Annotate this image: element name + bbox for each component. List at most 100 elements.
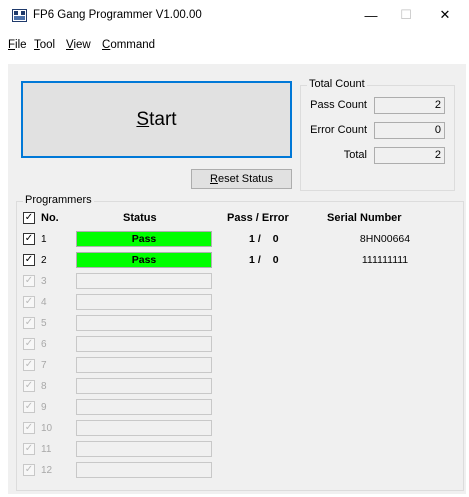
minimize-button[interactable]: — [356,4,386,26]
header-no: No. [41,212,59,224]
programmer-checkbox-6: ✓ [23,338,35,350]
total-label: Total [343,149,367,161]
check-icon: ✓ [24,443,34,454]
pass-count-field: 2 [374,97,445,114]
programmer-number: 4 [41,297,47,308]
check-icon: ✓ [24,275,34,286]
menu-file-accel: F [8,39,16,51]
programmer-status-10 [76,420,212,436]
start-button[interactable]: Start [21,81,292,158]
total-count-group: Total Count Pass Count 2 Error Count 0 T… [300,78,455,191]
pass-count: 1 [249,254,255,266]
total-field: 2 [374,147,445,164]
programmer-checkbox-7: ✓ [23,359,35,371]
check-icon: ✓ [24,359,34,370]
programmer-checkbox-5: ✓ [23,317,35,329]
programmer-pass-error-12 [249,464,264,476]
programmer-number: 11 [41,444,52,455]
menu-tool-label: ool [39,39,56,51]
select-all-checkbox[interactable]: ✓ [23,212,35,224]
programmer-pass-error-4 [249,296,264,308]
check-icon: ✓ [24,254,34,265]
programmer-number: 9 [41,402,47,413]
programmer-pass-error-1: 1/ 0 [249,233,279,245]
programmer-number: 1 [41,234,47,245]
pass-error-separator: / [257,233,261,245]
header-status: Status [123,212,157,224]
programmer-pass-error-5 [249,317,264,329]
title-bar: FP6 Gang Programmer V1.00.00 — ☐ ✕ [0,0,469,31]
check-icon: ✓ [24,380,34,391]
programmer-status-4 [76,294,212,310]
check-icon: ✓ [24,401,34,412]
menu-file[interactable]: File [8,39,27,51]
menu-view[interactable]: View [66,39,91,51]
programmer-pass-error-9 [249,401,264,413]
programmer-pass-error-10 [249,422,264,434]
programmers-title: Programmers [23,194,94,206]
client-area: Start Reset Status Total Count Pass Coun… [8,64,466,494]
programmer-pass-error-8 [249,380,264,392]
programmer-number: 10 [41,423,53,434]
start-button-label: tart [149,108,177,130]
menu-command-label: ommand [110,39,156,51]
menu-tool[interactable]: Tool [34,39,55,51]
header-pass-error: Pass / Error [227,212,289,224]
programmer-pass-error-11 [249,443,264,455]
programmer-number: 6 [41,339,47,350]
reset-button-accel: R [210,173,218,185]
error-count-label: Error Count [310,124,367,136]
menu-file-label: ile [15,39,27,51]
menu-bar: File Tool View Command [0,36,469,56]
menu-view-label: iew [73,39,91,51]
programmer-status-11 [76,441,212,457]
programmer-number: 7 [41,360,47,371]
start-button-accel: S [136,108,150,130]
programmer-status-12 [76,462,212,478]
check-icon: ✓ [24,317,34,328]
reset-button-label: eset Status [217,173,273,185]
programmer-serial-1: 8HN00664 [359,233,411,245]
programmer-pass-error-7 [249,359,264,371]
programmer-checkbox-3: ✓ [23,275,35,287]
menu-command[interactable]: Command [102,39,155,51]
error-count-field: 0 [374,122,445,139]
check-icon: ✓ [24,233,34,244]
programmer-status-9 [76,399,212,415]
programmer-status-3 [76,273,212,289]
programmer-serial-2: 111111111 [361,254,409,266]
programmer-checkbox-8: ✓ [23,380,35,392]
programmer-checkbox-4: ✓ [23,296,35,308]
programmer-status-6 [76,336,212,352]
maximize-button[interactable]: ☐ [391,4,421,26]
programmer-checkbox-2[interactable]: ✓ [23,254,35,266]
programmer-status-8 [76,378,212,394]
close-button[interactable]: ✕ [430,4,460,26]
programmer-number: 5 [41,318,47,329]
reset-status-button[interactable]: Reset Status [191,169,292,189]
programmer-number: 2 [41,255,47,266]
programmer-status-1: Pass [76,231,212,247]
check-icon: ✓ [24,422,34,433]
programmer-checkbox-10: ✓ [23,422,35,434]
header-serial-number: Serial Number [327,212,402,224]
pass-error-separator: / [257,254,261,266]
check-icon: ✓ [24,212,34,223]
error-count: 0 [272,233,279,245]
check-icon: ✓ [24,338,34,349]
programmer-checkbox-11: ✓ [23,443,35,455]
programmer-status-5 [76,315,212,331]
check-icon: ✓ [24,296,34,307]
pass-count: 1 [249,233,255,245]
programmer-pass-error-6 [249,338,264,350]
check-icon: ✓ [24,464,34,475]
programmer-status-2: Pass [76,252,212,268]
programmer-pass-error-2: 1/ 0 [249,254,279,266]
programmer-status-7 [76,357,212,373]
programmer-checkbox-9: ✓ [23,401,35,413]
programmer-checkbox-1[interactable]: ✓ [23,233,35,245]
programmer-number: 12 [41,465,53,476]
error-count: 0 [272,254,279,266]
programmer-pass-error-3 [249,275,264,287]
programmer-checkbox-12: ✓ [23,464,35,476]
